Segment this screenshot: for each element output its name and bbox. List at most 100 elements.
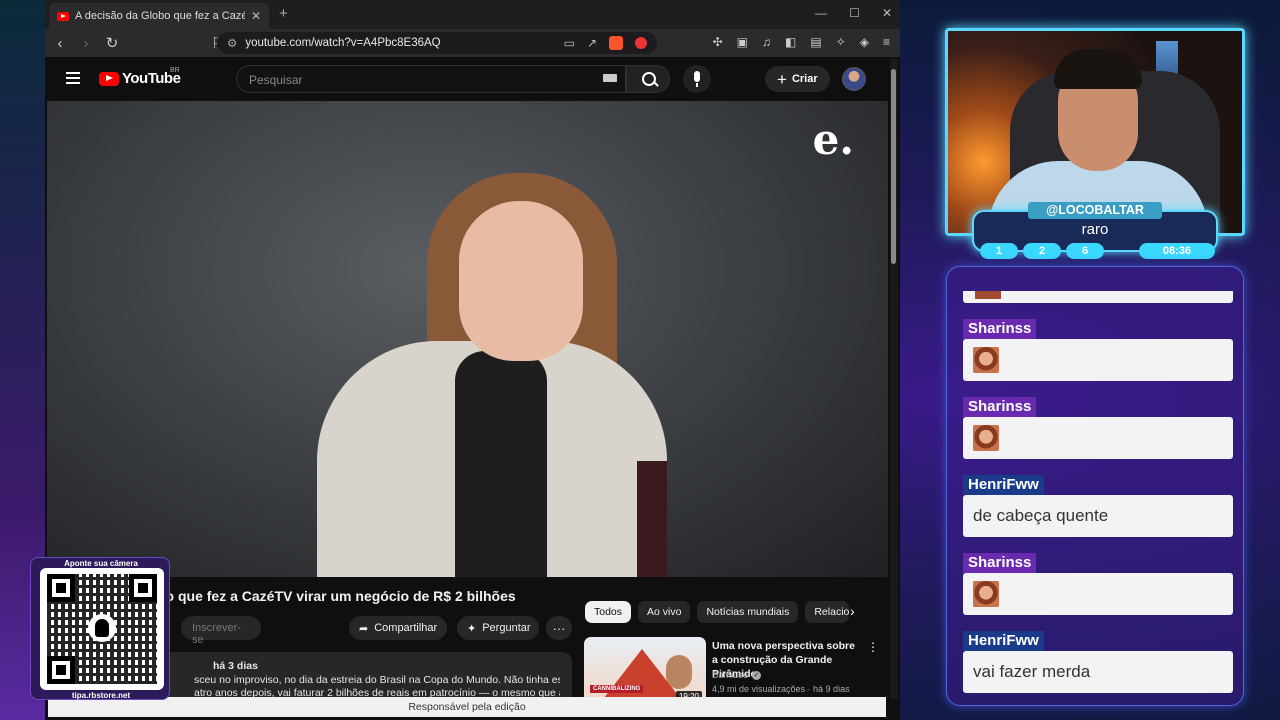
share-page-icon[interactable]: ↗ bbox=[587, 36, 597, 50]
chat-message-body bbox=[963, 573, 1233, 615]
sparkle-icon: ✦ bbox=[467, 622, 477, 635]
more-vert-icon[interactable]: ⋮ bbox=[867, 640, 879, 654]
maximize-icon[interactable]: ☐ bbox=[849, 6, 860, 20]
brave-shield-icon[interactable] bbox=[609, 36, 623, 50]
stat-pill: 6 bbox=[1066, 243, 1104, 259]
chat-username: Sharinss bbox=[963, 397, 1037, 417]
guide-menu-icon[interactable] bbox=[66, 72, 80, 84]
video-person-face bbox=[459, 201, 583, 361]
vpn-icon[interactable]: ◈ bbox=[860, 35, 869, 49]
ask-button[interactable]: ✦ Perguntar bbox=[457, 616, 539, 640]
thumbnail-tag: CANNIBALIZING bbox=[590, 685, 644, 693]
browser-window: A decisão da Globo que fez a CazéTV vira… bbox=[45, 0, 900, 720]
tab-bar: A decisão da Globo que fez a CazéTV vira… bbox=[45, 0, 900, 29]
emote-icon bbox=[973, 581, 999, 607]
share-button[interactable]: ➦ Compartilhar bbox=[349, 616, 447, 640]
browser-tab[interactable]: A decisão da Globo que fez a CazéTV vira… bbox=[49, 3, 269, 29]
create-button[interactable]: + Criar bbox=[765, 66, 830, 92]
menu-icon[interactable]: ≡ bbox=[883, 35, 890, 49]
ask-label: Perguntar bbox=[482, 622, 531, 634]
emote-icon bbox=[973, 347, 999, 373]
channel-watermark: e. bbox=[812, 115, 854, 164]
brave-rewards-icon[interactable] bbox=[635, 37, 647, 49]
video-person-top bbox=[455, 351, 547, 577]
stat-pill: 1 bbox=[980, 243, 1018, 259]
chat-username: HenriFww bbox=[963, 475, 1044, 495]
filter-chips: Todos Ao vivo Notícias mundiais Relacion… bbox=[585, 601, 850, 623]
description-line: sceu no improviso, no dia da estreia do … bbox=[194, 673, 560, 686]
avatar[interactable] bbox=[842, 67, 866, 91]
address-bar: ‹ › ↻ ⚐ ⚙ youtube.com/watch?v=A4Pbc8E36A… bbox=[45, 29, 900, 57]
verified-check-icon: ✓ bbox=[752, 670, 762, 680]
search-input[interactable]: Pesquisar bbox=[236, 65, 626, 93]
qr-finder bbox=[129, 574, 157, 602]
music-icon[interactable]: ♫ bbox=[762, 35, 771, 49]
event-message: raro bbox=[1081, 221, 1109, 238]
chip-live[interactable]: Ao vivo bbox=[638, 601, 691, 623]
thumbnail-face bbox=[666, 655, 692, 689]
tab-title: A decisão da Globo que fez a CazéTV vira… bbox=[75, 10, 245, 22]
status-bar: Responsável pela edição bbox=[48, 697, 886, 717]
search-button[interactable] bbox=[626, 65, 670, 93]
channel-name: DamiLee bbox=[712, 670, 749, 680]
forward-icon[interactable]: › bbox=[79, 35, 93, 52]
recommendation-thumbnail[interactable]: CANNIBALIZING 19:20 bbox=[584, 637, 706, 705]
youtube-logo[interactable]: YouTube bbox=[99, 70, 181, 87]
new-tab-icon[interactable]: + bbox=[279, 5, 288, 22]
chip-world-news[interactable]: Notícias mundiais bbox=[697, 601, 799, 623]
chat-message: Sharinss bbox=[963, 397, 1233, 459]
extensions-icon[interactable]: ✣ bbox=[713, 35, 723, 49]
qr-logo-icon bbox=[88, 614, 116, 642]
chat-username: Sharinss bbox=[963, 319, 1037, 339]
url-field[interactable]: ⚙ youtube.com/watch?v=A4Pbc8E36AQ ▭ ↗ bbox=[217, 32, 657, 54]
chip-all[interactable]: Todos bbox=[585, 601, 632, 623]
site-info-icon[interactable]: ⚙ bbox=[227, 36, 237, 50]
event-username: @LOCOBALTAR bbox=[1028, 202, 1162, 219]
more-actions-button[interactable]: ··· bbox=[546, 616, 572, 640]
stat-pill: 2 bbox=[1023, 243, 1061, 259]
chat-message-body: vai fazer merda bbox=[963, 651, 1233, 693]
minimize-icon[interactable]: — bbox=[815, 6, 827, 20]
create-label: Criar bbox=[791, 73, 818, 85]
chat-username: Sharinss bbox=[963, 553, 1037, 573]
chevron-right-icon[interactable]: › bbox=[850, 603, 855, 619]
qr-finder bbox=[47, 574, 75, 602]
youtube-play-icon bbox=[99, 71, 119, 86]
subscribe-button[interactable]: Inscrever-se bbox=[181, 616, 261, 646]
sidebar-icon[interactable]: ◧ bbox=[785, 35, 796, 49]
chat-message: Sharinss bbox=[963, 319, 1233, 381]
share-label: Compartilhar bbox=[374, 622, 438, 634]
qr-url: tipa.rbstore.net bbox=[71, 691, 131, 700]
chip-related[interactable]: Relacionados bbox=[805, 601, 850, 623]
webcam-hair bbox=[1054, 49, 1142, 89]
chat-message-partial bbox=[963, 291, 1233, 303]
page-scrollbar[interactable] bbox=[890, 59, 898, 699]
back-icon[interactable]: ‹ bbox=[53, 35, 67, 52]
window-controls: — ☐ ✕ bbox=[815, 6, 892, 20]
recommendation-channel[interactable]: DamiLee ✓ bbox=[712, 670, 762, 680]
url-actions: ▭ ↗ bbox=[564, 36, 647, 50]
qr-donation-card: Aponte sua câmera tipa.rbstore.net bbox=[30, 557, 170, 700]
voice-search-button[interactable] bbox=[683, 65, 711, 93]
youtube-header: YouTube BR Pesquisar + Criar bbox=[45, 57, 888, 101]
extension-toolbar: ✣ ▣ ♫ ◧ ▤ ✧ ◈ ≡ bbox=[713, 35, 890, 49]
chat-message-body bbox=[963, 339, 1233, 381]
keyboard-icon[interactable] bbox=[603, 74, 617, 82]
qr-finder bbox=[47, 656, 75, 684]
video-player[interactable]: e. bbox=[47, 101, 888, 577]
reload-icon[interactable]: ↻ bbox=[105, 34, 119, 52]
wallet-icon[interactable]: ▤ bbox=[810, 35, 821, 49]
chat-message: Sharinss bbox=[963, 553, 1233, 615]
chat-message: HenriFww de cabeça quente bbox=[963, 475, 1233, 537]
chat-message: HenriFww vai fazer merda bbox=[963, 631, 1233, 693]
scroll-thumb[interactable] bbox=[891, 69, 896, 264]
stream-timer: 08:36 bbox=[1139, 243, 1215, 259]
close-tab-icon[interactable]: ✕ bbox=[251, 9, 261, 23]
screenshot-icon[interactable]: ▣ bbox=[737, 35, 748, 49]
recommendation-stats: 4,9 mi de visualizações · há 9 dias bbox=[712, 684, 850, 694]
share-icon: ➦ bbox=[359, 622, 369, 635]
cast-icon[interactable]: ▭ bbox=[564, 36, 575, 50]
youtube-favicon-icon bbox=[57, 11, 69, 21]
leo-ai-icon[interactable]: ✧ bbox=[836, 35, 846, 49]
window-close-icon[interactable]: ✕ bbox=[882, 6, 892, 20]
